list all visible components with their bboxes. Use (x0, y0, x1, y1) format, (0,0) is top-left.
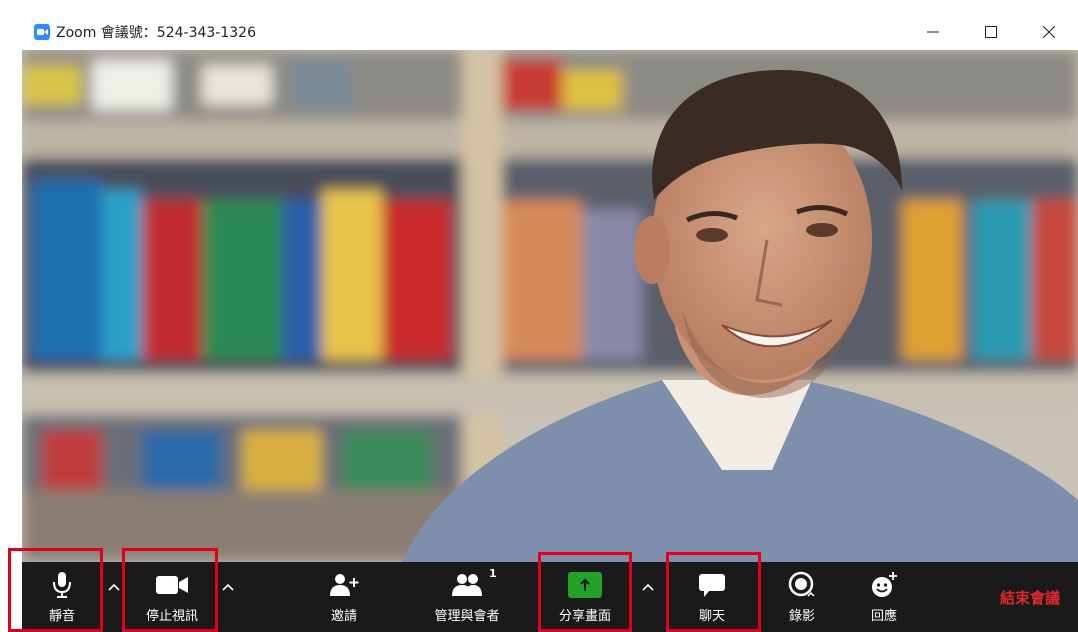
record-label: 錄影 (788, 609, 815, 624)
add-user-icon (330, 574, 359, 596)
end-meeting-button[interactable]: 結束會議 (982, 562, 1078, 632)
participant-count-badge: 1 (489, 567, 497, 580)
reactions-label: 回應 (870, 609, 897, 624)
window-title: Zoom 會議號：524-343-1326 (56, 25, 256, 41)
maximize-icon (985, 26, 997, 38)
chevron-up-icon (108, 583, 120, 591)
chevron-up-icon (642, 583, 654, 591)
add-emoji-icon (872, 572, 897, 597)
maximize-button[interactable] (962, 14, 1020, 50)
highlight-box-chat (666, 552, 761, 632)
audio-options-button[interactable] (106, 580, 122, 594)
title-bar: Zoom 會議號：524-343-1326 (22, 14, 1078, 50)
minimize-button[interactable] (904, 14, 962, 50)
manage-participants-button[interactable]: 1 管理與會者 (412, 562, 522, 632)
highlight-box-share-screen (538, 552, 632, 632)
participants-label: 管理與會者 (434, 609, 500, 624)
record-icon (788, 571, 815, 597)
window-controls (904, 14, 1078, 50)
close-button[interactable] (1020, 14, 1078, 50)
share-options-button[interactable] (640, 580, 656, 594)
video-feed (22, 50, 1078, 562)
invite-button[interactable]: 邀請 (314, 562, 374, 632)
video-options-button[interactable] (220, 580, 236, 594)
chevron-up-icon (222, 583, 234, 591)
reactions-button[interactable]: 回應 (856, 562, 912, 632)
minimize-icon (927, 31, 939, 33)
highlight-box-stop-video (122, 548, 218, 632)
participants-icon (452, 574, 482, 596)
zoom-app-icon (34, 24, 50, 40)
participant-video-image (22, 50, 1078, 562)
zoom-window: Zoom 會議號：524-343-1326 靜音 停止視訊 邀請 1 管理與會者… (22, 14, 1078, 632)
close-icon (1043, 26, 1055, 38)
invite-label: 邀請 (330, 609, 357, 624)
record-button[interactable]: 錄影 (774, 562, 830, 632)
highlight-box-mute (8, 548, 103, 632)
